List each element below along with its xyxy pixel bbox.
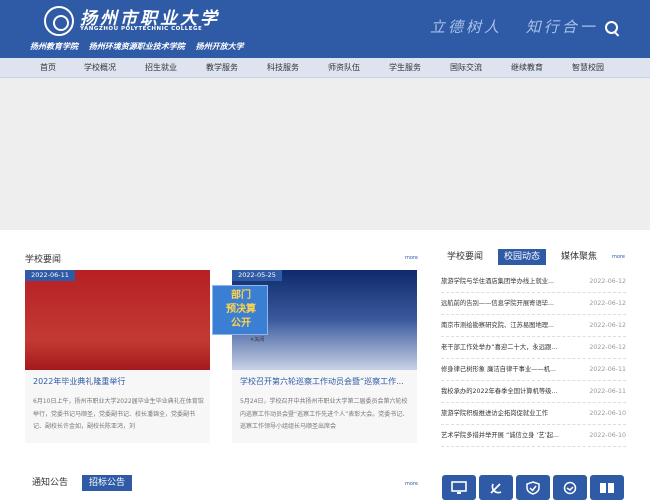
tab-bidding[interactable]: 招标公告 <box>82 475 132 491</box>
nav-item-smart-campus[interactable]: 智慧校园 <box>572 58 604 78</box>
list-item-title[interactable]: 旅游学院与华住酒店集团举办线上就业... <box>441 271 576 293</box>
tab-media-focus[interactable]: 媒体聚焦 <box>555 249 603 265</box>
sub-name-1: 扬州教育学院 <box>30 42 78 51</box>
list-item-date: 2022-06-10 <box>589 432 626 439</box>
campus-news-more-link[interactable]: more <box>612 254 625 260</box>
sub-name-3: 扬州开放大学 <box>195 42 244 51</box>
list-item-title[interactable]: 远航前的告别——信息学院开展寄语毕... <box>441 293 576 315</box>
monitor-icon[interactable] <box>442 475 476 500</box>
list-item-date: 2022-06-11 <box>589 388 626 395</box>
list-item-date: 2022-06-10 <box>589 410 626 417</box>
nav-item-technology[interactable]: 科技服务 <box>267 58 299 78</box>
list-item[interactable]: 远航前的告别——信息学院开展寄语毕... 2022-06-12 <box>441 293 626 315</box>
list-item-title[interactable]: 旅游学院积极推进访企拓岗促就业工作 <box>441 403 576 425</box>
news-card-1[interactable]: 2022-06-11 2022年毕业典礼隆重举行 6月10日上午，扬州市职业大学… <box>25 270 210 443</box>
news-card-summary: 5月24日，学校召开中共扬州市职业大学第二届委员会第六轮校内巡察工作动员会暨“巡… <box>240 398 409 430</box>
news-card-title[interactable]: 2022年毕业典礼隆重举行 <box>33 376 203 387</box>
list-item[interactable]: 艺术学院多措并举开展 “诚信立身 ‘艺’起... 2022-06-10 <box>441 425 626 447</box>
book-icon[interactable] <box>590 475 624 500</box>
float-ad-line-1: 部门 <box>231 290 251 301</box>
list-item[interactable]: 老干部工作处举办“喜迎二十大，永远跟... 2022-06-12 <box>441 337 626 359</box>
list-item[interactable]: 南京市测绘勘察研究院、江苏易图地理... 2022-06-12 <box>441 315 626 337</box>
school-news-title: 学校要闻 <box>25 255 62 265</box>
news-card-date: 2022-05-25 <box>232 270 282 281</box>
news-card-summary: 6月10日上午，扬州市职业大学2022届毕业生毕业典礼在体育馆举行，党委书记马顺… <box>33 398 204 430</box>
list-item-date: 2022-06-11 <box>589 366 626 373</box>
nav-item-admission[interactable]: 招生就业 <box>145 58 177 78</box>
list-item-date: 2022-06-12 <box>589 322 626 329</box>
nav-item-overview[interactable]: 学校概况 <box>84 58 116 78</box>
list-item[interactable]: 旅游学院积极推进访企拓岗促就业工作 2022-06-10 <box>441 403 626 425</box>
nav-item-international[interactable]: 国际交流 <box>450 58 482 78</box>
list-item[interactable]: 旅游学院与华住酒店集团举办线上就业... 2022-06-12 <box>441 271 626 293</box>
slogan: 立德树人 知行合一 <box>430 16 614 37</box>
list-item-date: 2022-06-12 <box>589 300 626 307</box>
party-icon[interactable] <box>479 475 513 500</box>
school-seal-icon[interactable] <box>44 6 74 36</box>
nav-item-faculty[interactable]: 师资队伍 <box>328 58 360 78</box>
tab-campus-news[interactable]: 校园动态 <box>498 249 546 265</box>
nav-item-student[interactable]: 学生服务 <box>389 58 421 78</box>
tab-school-news[interactable]: 学校要闻 <box>441 249 489 265</box>
search-icon[interactable] <box>603 19 623 39</box>
news-tabs: 学校要闻 校园动态 媒体聚焦 <box>441 249 626 265</box>
main-nav: 首页 学校概况 招生就业 教学服务 科技服务 师资队伍 学生服务 国际交流 继续… <box>0 58 650 78</box>
affiliated-schools: 扬州教育学院 扬州环境资源职业技术学院 扬州开放大学 <box>30 41 252 52</box>
list-item[interactable]: 我校承办的2022年春季全国计算机等级... 2022-06-11 <box>441 381 626 403</box>
list-item-title[interactable]: 艺术学院多措并举开展 “诚信立身 ‘艺’起... <box>441 425 576 447</box>
nav-item-teaching[interactable]: 教学服务 <box>206 58 238 78</box>
float-ad-close-button[interactable]: ×关闭 <box>250 336 264 343</box>
slogan-1: 立德树人 <box>430 18 503 36</box>
school-news-more-link[interactable]: more <box>405 255 418 261</box>
nav-item-continuing[interactable]: 继续教育 <box>511 58 543 78</box>
list-item[interactable]: 修身律己树形象 廉洁自律干事业——机... 2022-06-11 <box>441 359 626 381</box>
float-ad-line-3: 公开 <box>231 318 251 329</box>
school-name-en: YANGZHOU POLYTECHNIC COLLEGE <box>80 26 203 32</box>
tab-notices[interactable]: 通知公告 <box>32 475 68 491</box>
notice-more-link[interactable]: more <box>405 481 418 487</box>
nav-item-home[interactable]: 首页 <box>40 58 56 78</box>
news-card-date: 2022-06-11 <box>25 270 75 281</box>
list-item-date: 2022-06-12 <box>589 344 626 351</box>
sub-name-2: 扬州环境资源职业技术学院 <box>88 42 185 51</box>
slogan-2: 知行合一 <box>525 18 598 36</box>
float-ad-line-2: 预决算 <box>226 304 256 315</box>
list-item-title[interactable]: 南京市测绘勘察研究院、江苏易图地理... <box>441 315 576 337</box>
list-item-title[interactable]: 修身律己树形象 廉洁自律干事业——机... <box>441 359 576 381</box>
list-item-date: 2022-06-12 <box>589 278 626 285</box>
handshake-icon[interactable] <box>553 475 587 500</box>
site-header: 扬州市职业大学 YANGZHOU POLYTECHNIC COLLEGE 扬州教… <box>0 0 650 58</box>
shield-icon[interactable] <box>516 475 550 500</box>
news-card-image[interactable] <box>25 270 210 370</box>
list-item-title[interactable]: 老干部工作处举办“喜迎二十大，永远跟... <box>441 337 576 359</box>
budget-disclosure-float-ad[interactable]: 部门 预决算 公开 <box>212 285 268 335</box>
banner[interactable] <box>0 78 650 230</box>
list-item-title[interactable]: 我校承办的2022年春季全国计算机等级... <box>441 381 576 403</box>
news-card-title[interactable]: 学校召开第六轮巡察工作动员会暨“巡察工作... <box>240 376 410 387</box>
